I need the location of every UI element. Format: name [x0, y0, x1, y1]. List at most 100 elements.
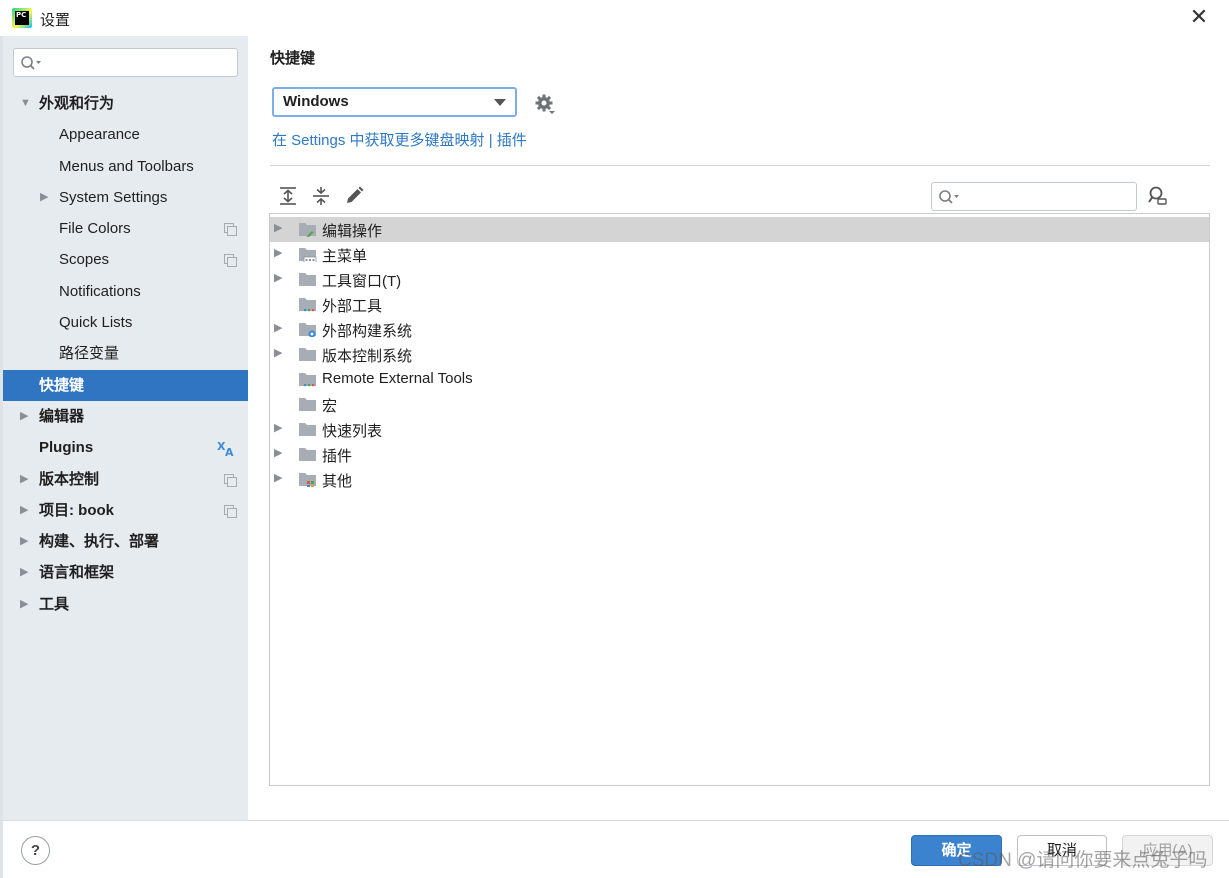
sidebar-item-label: 外观和行为: [39, 95, 115, 112]
sidebar-item-label: 编辑器: [39, 407, 85, 425]
keymap-tree-label: 外部工具: [322, 298, 383, 315]
sidebar-item[interactable]: ▶ 项目: book: [3, 495, 248, 526]
sidebar-item[interactable]: File Colors: [3, 213, 248, 244]
keymap-tree-label: 主菜单: [322, 248, 368, 265]
svg-text:A: A: [225, 446, 234, 458]
sidebar-item[interactable]: 路径变量: [3, 338, 248, 369]
divider: [270, 165, 1210, 166]
keymap-selected-value: Windows: [283, 93, 349, 110]
project-level-icon: [224, 473, 237, 487]
collapsed-arrow-icon[interactable]: ▶: [20, 495, 28, 526]
keymap-tree-row[interactable]: ▶ 外部构建系统: [270, 317, 1209, 342]
expanded-arrow-icon[interactable]: ▼: [20, 88, 31, 119]
collapsed-arrow-icon[interactable]: ▶: [274, 321, 282, 334]
sidebar-item[interactable]: 快捷键: [3, 369, 248, 401]
sidebar-item-label: 语言和框架: [39, 564, 115, 582]
shortcut-search-input[interactable]: [931, 182, 1137, 211]
sidebar-item-label: System Settings: [59, 188, 168, 206]
sidebar-item[interactable]: ▶ 语言和框架: [3, 557, 248, 588]
watermark: CSDN @请问你要来点兔子吗: [958, 850, 1208, 871]
collapsed-arrow-icon[interactable]: ▶: [274, 346, 282, 359]
close-icon[interactable]: ✕: [1187, 6, 1211, 30]
project-level-icon: [224, 504, 237, 518]
keymap-tree-label: 插件: [322, 448, 353, 465]
project-level-icon: [224, 223, 237, 237]
folder-icon: [299, 223, 316, 237]
folder-icon: [299, 398, 316, 411]
sidebar-item-label: Notifications: [59, 282, 141, 300]
folder-icon: [299, 423, 316, 436]
keymap-tree-row[interactable]: ▶ 工具窗口(T): [270, 267, 1209, 292]
sidebar-item-label: Menus and Toolbars: [59, 157, 194, 175]
collapsed-arrow-icon[interactable]: ▶: [274, 271, 282, 284]
folder-icon: [299, 373, 316, 387]
expand-all-icon[interactable]: [277, 185, 299, 207]
sidebar-item-label: 路径变量: [59, 345, 120, 363]
keymap-tree-row[interactable]: ▶ 其他: [270, 467, 1209, 492]
folder-icon: [299, 298, 316, 312]
collapsed-arrow-icon[interactable]: ▶: [20, 526, 28, 557]
sidebar-item[interactable]: Quick Lists: [3, 307, 248, 338]
keymap-tree-label: 外部构建系统: [322, 323, 413, 340]
sidebar-item[interactable]: ▶ 版本控制: [3, 464, 248, 495]
collapsed-arrow-icon[interactable]: ▶: [20, 464, 28, 495]
collapse-all-icon[interactable]: [310, 185, 332, 207]
find-by-shortcut-icon[interactable]: [1147, 185, 1169, 207]
collapsed-arrow-icon[interactable]: ▶: [274, 421, 282, 434]
sidebar-item-label: File Colors: [59, 220, 131, 238]
keymap-tree-row[interactable]: ▶ 主菜单: [270, 242, 1209, 267]
sidebar-item[interactable]: Scopes: [3, 244, 248, 275]
sidebar-item[interactable]: ▶ 工具: [3, 589, 248, 620]
collapsed-arrow-icon[interactable]: ▶: [20, 557, 28, 588]
sidebar-item[interactable]: ▶ System Settings: [3, 182, 248, 213]
keymap-tree-row[interactable]: 宏: [270, 392, 1209, 417]
keymap-tree-label: 其他: [322, 473, 353, 490]
keymap-tree-row[interactable]: ▶ 插件: [270, 442, 1209, 467]
sidebar-item-label: 快捷键: [39, 376, 85, 394]
sidebar-item[interactable]: Menus and Toolbars: [3, 151, 248, 182]
settings-tree: ▼ 外观和行为 Appearance Menus and Toolbars ▶ Syste…: [3, 88, 248, 620]
sidebar-item[interactable]: ▶ 编辑器: [3, 401, 248, 432]
edit-pencil-icon[interactable]: [343, 185, 365, 207]
sidebar-item[interactable]: Plugins X A: [3, 432, 248, 463]
project-level-icon: [224, 254, 237, 268]
sidebar-item-label: Plugins: [39, 439, 94, 457]
collapsed-arrow-icon[interactable]: ▶: [274, 246, 282, 259]
sidebar-item[interactable]: ▶ 构建、执行、部署: [3, 526, 248, 557]
sidebar-item[interactable]: Appearance: [3, 119, 248, 150]
collapsed-arrow-icon[interactable]: ▶: [274, 221, 282, 234]
sidebar-item-label: 构建、执行、部署: [39, 533, 160, 551]
keymap-actions-tree: ▶ 编辑操作 ▶ 主菜单 ▶ 工具窗口(T) 外部工具 ▶ 外部构建系统 ▶ 版本控制系统 Remot…: [269, 213, 1210, 786]
page-title: 快捷键: [270, 50, 316, 67]
search-icon: [21, 56, 41, 70]
window-title: 设置: [40, 12, 71, 29]
sidebar-item[interactable]: ▼ 外观和行为: [3, 88, 248, 119]
keymap-dropdown[interactable]: Windows: [272, 87, 517, 117]
collapsed-arrow-icon[interactable]: ▶: [40, 182, 48, 213]
folder-icon: [299, 248, 317, 262]
collapsed-arrow-icon[interactable]: ▶: [20, 589, 28, 620]
sidebar-item-label: 版本控制: [39, 470, 100, 488]
keymap-tree-label: 工具窗口(T): [322, 273, 402, 290]
keymap-tree-label: 宏: [322, 398, 338, 415]
get-more-keymaps-link[interactable]: 在 Settings 中获取更多键盘映射: [272, 132, 485, 149]
plugins-link[interactable]: 插件: [497, 132, 527, 149]
keymap-tree-label: 版本控制系统: [322, 348, 413, 365]
gear-icon[interactable]: [534, 93, 556, 115]
keymap-tree-label: 编辑操作: [322, 223, 383, 240]
keymap-tree-row[interactable]: 外部工具: [270, 292, 1209, 317]
folder-icon: [299, 348, 316, 361]
keymap-tree-row[interactable]: ▶ 版本控制系统: [270, 342, 1209, 367]
collapsed-arrow-icon[interactable]: ▶: [20, 401, 28, 432]
help-button[interactable]: ?: [21, 836, 50, 865]
keymap-tree-row[interactable]: Remote External Tools: [270, 367, 1209, 392]
keymap-tree-label: Remote External Tools: [322, 370, 473, 387]
collapsed-arrow-icon[interactable]: ▶: [274, 471, 282, 484]
sidebar-item[interactable]: Notifications: [3, 276, 248, 307]
folder-icon: [299, 448, 316, 461]
collapsed-arrow-icon[interactable]: ▶: [274, 446, 282, 459]
keymap-tree-row[interactable]: ▶ 快速列表: [270, 417, 1209, 442]
sidebar-search-input[interactable]: [13, 48, 238, 77]
keymap-tree-row[interactable]: ▶ 编辑操作: [270, 217, 1209, 242]
folder-icon: [299, 273, 316, 286]
